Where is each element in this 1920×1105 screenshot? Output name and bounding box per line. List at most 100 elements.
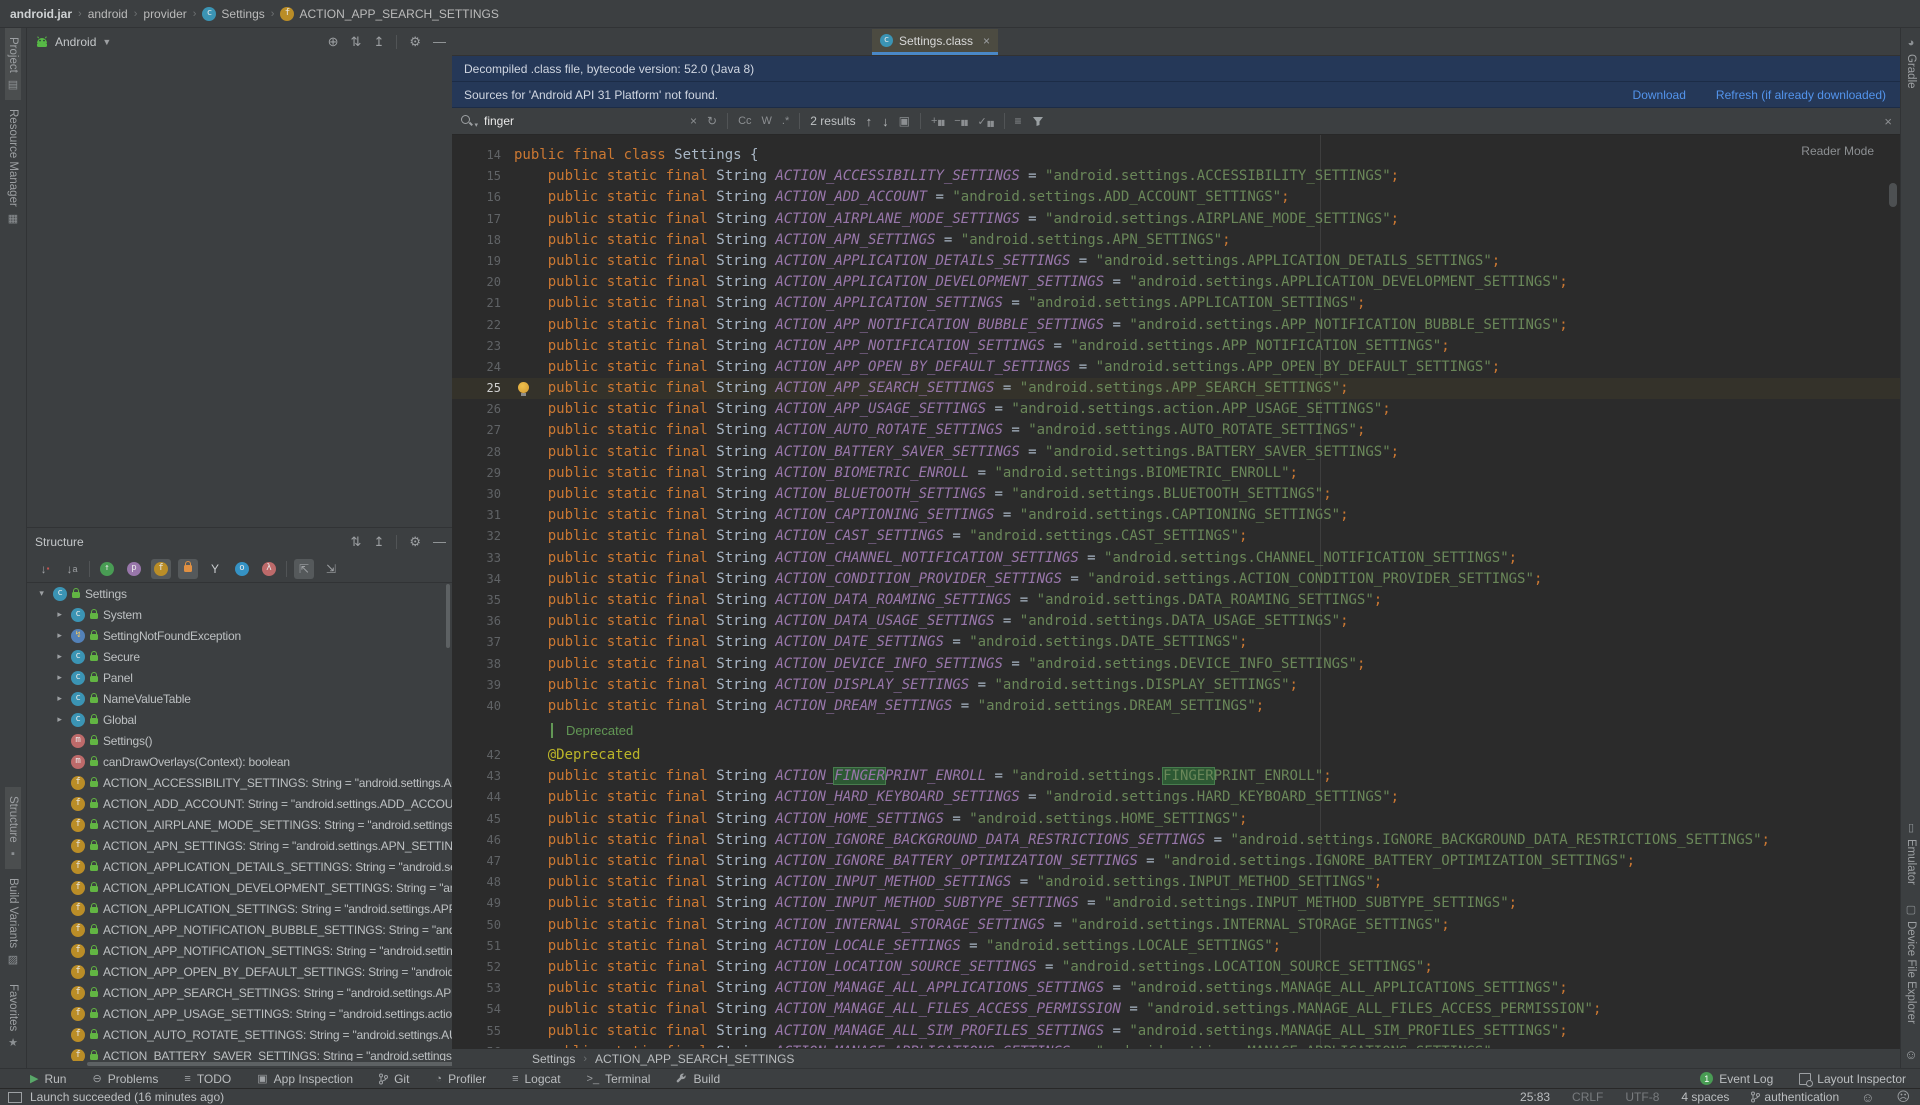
tree-item-field[interactable]: fACTION_AIRPLANE_MODE_SETTINGS: String =… [27, 814, 452, 835]
code-line[interactable]: 37 public static final String ACTION_DAT… [452, 632, 1900, 653]
code-editor[interactable]: 14public final class Settings {15 public… [452, 135, 1900, 1049]
collapse-all-icon[interactable]: ↥ [373, 534, 384, 550]
code-line[interactable]: 19 public static final String ACTION_APP… [452, 251, 1900, 272]
tree-item-nested-class[interactable]: ▸↯SettingNotFoundException [27, 625, 452, 646]
feedback-smiley-icon[interactable]: ☺ [1904, 1047, 1917, 1062]
tree-item-field[interactable]: fACTION_APP_USAGE_SETTINGS: String = "an… [27, 1003, 452, 1024]
gear-icon[interactable]: ⚙ [409, 534, 421, 550]
breadcrumb-item-settings[interactable]: c Settings [202, 7, 264, 21]
code-line[interactable]: 53 public static final String ACTION_MAN… [452, 978, 1900, 999]
show-interfaces-icon[interactable]: o [232, 559, 252, 579]
tool-window-button-profiler[interactable]: ◔Profiler [435, 1072, 486, 1086]
tool-window-button-git[interactable]: Git [379, 1072, 409, 1086]
structure-vscrollbar[interactable] [446, 584, 450, 648]
tree-item-field[interactable]: fACTION_APP_NOTIFICATION_SETTINGS: Strin… [27, 940, 452, 961]
tree-item-field[interactable]: fACTION_AUTO_ROTATE_SETTINGS: String = "… [27, 1024, 452, 1045]
tree-item-class[interactable]: ▾cSettings [27, 583, 452, 604]
code-line[interactable]: 51 public static final String ACTION_LOC… [452, 936, 1900, 957]
tool-button-favorites[interactable]: Favorites★ [5, 975, 21, 1058]
code-line[interactable]: 24 public static final String ACTION_APP… [452, 357, 1900, 378]
tree-item-field[interactable]: fACTION_ACCESSIBILITY_SETTINGS: String =… [27, 772, 452, 793]
tool-window-button-layout-inspector[interactable]: Layout Inspector [1799, 1072, 1906, 1086]
breadcrumb-item-settings[interactable]: Settings [532, 1052, 575, 1066]
feedback-happy-icon[interactable]: ☺ [1861, 1090, 1874, 1105]
indent-indicator[interactable]: 4 spaces [1681, 1090, 1729, 1104]
expand-all-icon[interactable]: ⇅ [351, 534, 362, 550]
tool-window-button-logcat[interactable]: ≡Logcat [512, 1072, 560, 1086]
status-message[interactable]: Launch succeeded (16 minutes ago) [30, 1090, 224, 1104]
code-line[interactable]: 18 public static final String ACTION_APN… [452, 230, 1900, 251]
code-line[interactable]: 39 public static final String ACTION_DIS… [452, 675, 1900, 696]
show-lambdas-icon[interactable]: λ [259, 559, 279, 579]
code-line[interactable]: 36 public static final String ACTION_DAT… [452, 611, 1900, 632]
code-line[interactable]: 48 public static final String ACTION_INP… [452, 872, 1900, 893]
tool-window-button-todo[interactable]: ≡TODO [184, 1072, 231, 1086]
tree-item-nested-class[interactable]: ▸cSystem [27, 604, 452, 625]
refresh-link[interactable]: Refresh (if already downloaded) [1716, 88, 1886, 102]
tree-item-field[interactable]: fACTION_APP_OPEN_BY_DEFAULT_SETTINGS: St… [27, 961, 452, 982]
prev-occurrence-icon[interactable]: ↑ [866, 114, 873, 129]
tree-item-field[interactable]: fACTION_APP_SEARCH_SETTINGS: String = "a… [27, 982, 452, 1003]
code-line[interactable]: 14public final class Settings { [452, 145, 1900, 166]
code-line[interactable]: 55 public static final String ACTION_MAN… [452, 1021, 1900, 1042]
search-icon[interactable]: ▾ [460, 114, 474, 128]
match-case-toggle[interactable]: Cc [738, 115, 751, 127]
code-line[interactable]: 45 public static final String ACTION_HOM… [452, 809, 1900, 830]
add-occurrence-icon[interactable]: +▮▮ [931, 115, 944, 127]
tree-item-field[interactable]: fACTION_APPLICATION_DEVELOPMENT_SETTINGS… [27, 877, 452, 898]
hide-panel-icon[interactable]: — [433, 34, 446, 49]
tree-item-field[interactable]: fACTION_APPLICATION_SETTINGS: String = "… [27, 898, 452, 919]
code-line[interactable]: 43 public static final String ACTION_FIN… [452, 766, 1900, 787]
hide-panel-icon[interactable]: — [433, 534, 446, 549]
code-line[interactable]: 29 public static final String ACTION_BIO… [452, 463, 1900, 484]
code-line[interactable]: 38 public static final String ACTION_DEV… [452, 654, 1900, 675]
tree-item-field[interactable]: fACTION_APP_NOTIFICATION_BUBBLE_SETTINGS… [27, 919, 452, 940]
tool-button-structure[interactable]: Structure▪ [5, 787, 21, 869]
code-line[interactable]: 52 public static final String ACTION_LOC… [452, 957, 1900, 978]
code-line[interactable]: 40 public static final String ACTION_DRE… [452, 696, 1900, 717]
show-properties-icon[interactable]: p [124, 559, 144, 579]
show-fields-icon[interactable]: f [151, 559, 171, 579]
clear-search-icon[interactable]: × [690, 114, 697, 128]
tree-item-nested-class[interactable]: ▸cPanel [27, 667, 452, 688]
download-link[interactable]: Download [1633, 88, 1686, 102]
tool-window-button-run[interactable]: ▶Run [30, 1072, 66, 1086]
sort-alphabetically-icon[interactable]: ↓a [62, 559, 82, 579]
tab-settings-class[interactable]: c Settings.class × [872, 29, 998, 55]
editor-scrollbar[interactable] [1889, 183, 1897, 207]
code-line[interactable]: 49 public static final String ACTION_INP… [452, 893, 1900, 914]
sort-by-visibility-icon[interactable]: ↓▪ [35, 559, 55, 579]
tree-item-nested-class[interactable]: ▸cGlobal [27, 709, 452, 730]
expand-all-icon[interactable]: ⇅ [351, 34, 362, 50]
reader-mode-label[interactable]: Reader Mode [1801, 144, 1874, 158]
tree-item-method[interactable]: mSettings() [27, 730, 452, 751]
tree-item-nested-class[interactable]: ▸cSecure [27, 646, 452, 667]
filter-funnel-icon[interactable] [1032, 115, 1044, 127]
code-line[interactable]: 16 public static final String ACTION_ADD… [452, 187, 1900, 208]
code-line[interactable]: 30 public static final String ACTION_BLU… [452, 484, 1900, 505]
encoding-indicator[interactable]: UTF-8 [1625, 1090, 1659, 1104]
next-occurrence-icon[interactable]: ↓ [882, 114, 889, 129]
show-non-public-icon[interactable] [178, 559, 198, 579]
caret-position[interactable]: 25:83 [1520, 1090, 1550, 1104]
select-all-occurrences-icon[interactable]: ✓▮▮ [977, 115, 993, 128]
code-line[interactable]: 35 public static final String ACTION_DAT… [452, 590, 1900, 611]
autoscroll-from-source-icon[interactable]: ⇲ [321, 559, 341, 579]
code-line[interactable]: Deprecated [452, 717, 1900, 745]
tool-button-build-variants[interactable]: Build Variants▨ [5, 869, 21, 975]
code-line[interactable]: 15 public static final String ACTION_ACC… [452, 166, 1900, 187]
tool-button-gradle[interactable]: ◕Gradle [1903, 28, 1919, 98]
code-line[interactable]: 17 public static final String ACTION_AIR… [452, 209, 1900, 230]
code-line[interactable]: 50 public static final String ACTION_INT… [452, 915, 1900, 936]
tree-item-field[interactable]: fACTION_APPLICATION_DETAILS_SETTINGS: St… [27, 856, 452, 877]
tool-window-button-build[interactable]: Build [676, 1072, 720, 1086]
code-line[interactable]: 25 public static final String ACTION_APP… [452, 378, 1900, 399]
breadcrumb-item-jar[interactable]: android.jar [10, 7, 72, 21]
tool-window-button-app-inspection[interactable]: ▣App Inspection [257, 1072, 353, 1086]
breadcrumb-item-field[interactable]: f ACTION_APP_SEARCH_SETTINGS [280, 7, 498, 21]
code-line[interactable]: 31 public static final String ACTION_CAP… [452, 505, 1900, 526]
tree-item-field[interactable]: fACTION_BATTERY_SAVER_SETTINGS: String =… [27, 1045, 452, 1061]
locate-icon[interactable]: ⊕ [328, 34, 339, 50]
window-icon[interactable] [8, 1092, 22, 1103]
tool-button-emulator[interactable]: ▯Emulator [1903, 812, 1919, 894]
